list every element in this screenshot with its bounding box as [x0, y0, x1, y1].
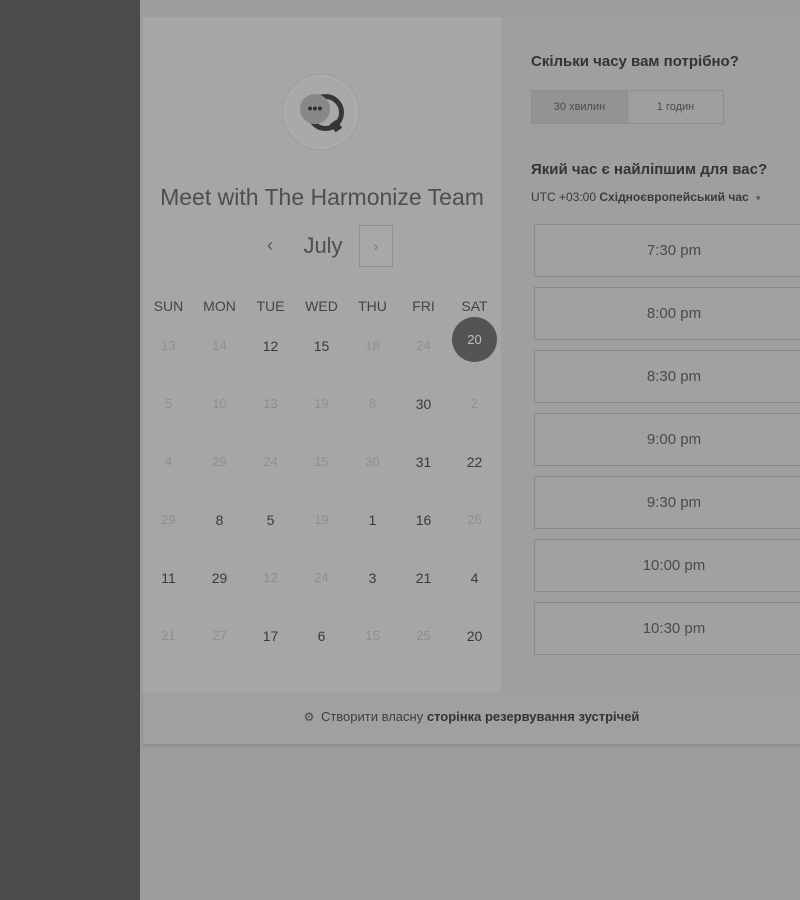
available-date-cell[interactable]: 22	[449, 433, 500, 491]
timeslot-button[interactable]: 7:30 pm	[534, 224, 800, 277]
unavailable-date-cell: 19	[314, 396, 329, 411]
chevron-down-icon: ▾	[756, 193, 761, 203]
unavailable-date-cell: 2	[470, 396, 479, 411]
left-sidebar	[0, 0, 140, 900]
unavailable-date-cell: 14	[212, 338, 227, 353]
duration-toggle: 30 хвилин 1 годин	[531, 90, 724, 124]
calendar-weeks: 13 14 12 15 18 24 20 5 10 13 19 8 30 2 4 29 24 15 30 31 22 29…	[143, 317, 501, 665]
available-date-cell[interactable]: 8	[194, 491, 245, 549]
weekday-wed: WED	[305, 298, 338, 314]
calendar-week-row: 13 14 12 15 18 24 20	[143, 317, 500, 375]
available-date-cell[interactable]: 4	[449, 549, 500, 607]
timezone-offset: UTC +03:00	[531, 190, 597, 204]
footer-lead-text: Створити власну	[320, 709, 424, 724]
weekday-sat: SAT	[461, 298, 488, 314]
meeting-booking-card: ••• Meet with The Harmonize Team ‹ July …	[143, 17, 800, 692]
unavailable-date-cell: 15	[365, 628, 380, 643]
time-question: Який час є найліпшим для вас?	[531, 161, 768, 178]
unavailable-date-cell: 24	[314, 570, 329, 585]
prev-month-button[interactable]: ‹	[260, 235, 280, 257]
duration-option-1hour[interactable]: 1 годин	[628, 91, 723, 123]
selected-date-cell[interactable]: 20	[449, 317, 500, 375]
available-date-cell[interactable]: 16	[398, 491, 449, 549]
available-date-cell[interactable]: 29	[194, 549, 245, 607]
timeslot-button[interactable]: 8:00 pm	[534, 287, 800, 340]
weekday-header: SUN MON TUE WED THU FRI SAT	[143, 295, 500, 317]
available-date-cell[interactable]: 31	[398, 433, 449, 491]
next-month-button[interactable]: ›	[359, 225, 393, 267]
unavailable-date-cell: 4	[164, 454, 173, 469]
month-label: July	[303, 233, 343, 258]
timezone-name: Східноєвропейський час	[599, 190, 749, 204]
available-date-cell[interactable]: 15	[296, 317, 347, 375]
timeslot-button[interactable]: 10:30 pm	[534, 602, 800, 655]
page-title: Meet with The Harmonize Team	[160, 184, 484, 210]
calendar-grid: SUN MON TUE WED THU FRI SAT 13 14 12 15 18 24 20 5 10 1…	[143, 295, 501, 665]
unavailable-date-cell: 27	[212, 628, 227, 643]
unavailable-date-cell: 12	[263, 570, 278, 585]
ellipsis-icon: •••	[307, 100, 323, 116]
available-date-cell[interactable]: 6	[296, 607, 347, 665]
calendar-week-row: 21 27 17 6 15 25 20	[143, 607, 500, 665]
weekday-fri: FRI	[412, 298, 435, 314]
calendar-week-row: 11 29 12 24 3 21 4	[143, 549, 500, 607]
available-date-cell[interactable]: 21	[398, 549, 449, 607]
available-date-cell[interactable]: 5	[245, 491, 296, 549]
timeslot-button[interactable]: 9:00 pm	[534, 413, 800, 466]
timeslot-button[interactable]: 10:00 pm	[534, 539, 800, 592]
weekday-sun: SUN	[153, 298, 184, 314]
available-date-cell[interactable]: 17	[245, 607, 296, 665]
available-date-cell[interactable]: 1	[347, 491, 398, 549]
timeslot-button[interactable]: 9:30 pm	[534, 476, 800, 529]
unavailable-date-cell: 30	[365, 454, 380, 469]
unavailable-date-cell: 21	[161, 628, 176, 643]
selected-date-marker: 20	[452, 317, 497, 362]
team-avatar: •••	[286, 77, 356, 147]
time-selection-panel: Скільки часу вам потрібно? 30 хвилин 1 г…	[501, 17, 800, 692]
unavailable-date-cell: 5	[164, 396, 173, 411]
available-date-cell[interactable]: 12	[245, 317, 296, 375]
unavailable-date-cell: 19	[314, 512, 329, 527]
footer-bar: ⚙ Створити власну сторінка резервування …	[143, 692, 800, 744]
available-date-cell[interactable]: 3	[347, 549, 398, 607]
unavailable-date-cell: 29	[161, 512, 176, 527]
hubspot-sprocket-icon: ⚙	[303, 710, 315, 724]
duration-question: Скільки часу вам потрібно?	[531, 53, 739, 70]
unavailable-date-cell: 13	[161, 338, 176, 353]
weekday-mon: MON	[203, 298, 236, 314]
unavailable-date-cell: 24	[416, 338, 431, 353]
available-date-cell[interactable]: 20	[449, 607, 500, 665]
calendar-week-row: 4 29 24 15 30 31 22	[143, 433, 500, 491]
unavailable-date-cell: 18	[365, 338, 380, 353]
available-date-cell[interactable]: 30	[398, 375, 449, 433]
unavailable-date-cell: 25	[416, 628, 431, 643]
unavailable-date-cell: 13	[263, 396, 278, 411]
unavailable-date-cell: 10	[212, 396, 227, 411]
unavailable-date-cell: 24	[263, 454, 278, 469]
unavailable-date-cell: 29	[212, 454, 227, 469]
available-date-cell[interactable]: 11	[143, 549, 194, 607]
calendar-week-row: 29 8 5 19 1 16 26	[143, 491, 500, 549]
weekday-tue: TUE	[256, 298, 285, 314]
weekday-thu: THU	[358, 298, 387, 314]
duration-option-30min[interactable]: 30 хвилин	[532, 91, 628, 123]
create-booking-page-link[interactable]: ⚙ Створити власну сторінка резервування …	[143, 709, 800, 724]
timezone-dropdown[interactable]: UTC +03:00 Східноєвропейський час ▾	[531, 190, 761, 204]
unavailable-date-cell: 15	[314, 454, 329, 469]
unavailable-date-cell: 26	[467, 512, 482, 527]
calendar-panel: ••• Meet with The Harmonize Team ‹ July …	[143, 17, 501, 692]
footer-bold-text: сторінка резервування зустрічей	[426, 709, 640, 724]
timeslot-button[interactable]: 8:30 pm	[534, 350, 800, 403]
unavailable-date-cell: 8	[368, 396, 377, 411]
calendar-week-row: 5 10 13 19 8 30 2	[143, 375, 500, 433]
